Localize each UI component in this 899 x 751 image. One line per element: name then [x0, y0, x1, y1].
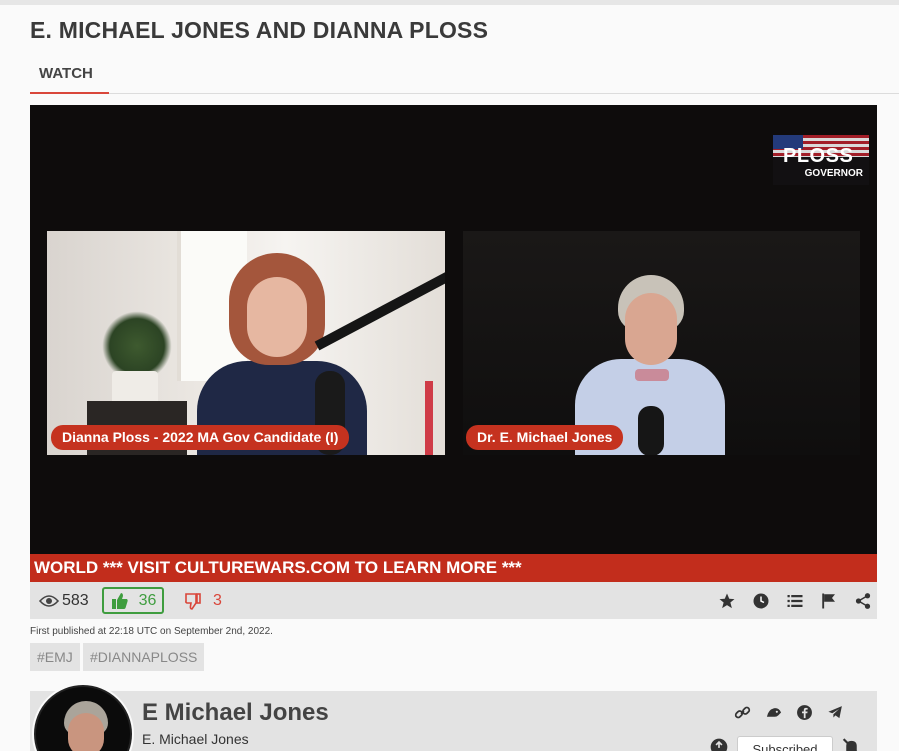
mic-boom-arm [314, 271, 445, 351]
hashtag-emj[interactable]: #EMJ [30, 643, 80, 671]
subscribe-button[interactable]: Subscribed [737, 736, 833, 751]
page-title: E. MICHAEL JONES AND DIANNA PLOSS [30, 17, 489, 43]
channel-subtitle: E. Michael Jones [142, 731, 249, 747]
guest-face [247, 277, 307, 357]
channel-name[interactable]: E Michael Jones [142, 699, 329, 727]
mic-stand-accent [425, 381, 433, 455]
video-action-icons [716, 590, 873, 611]
notification-icon[interactable] [708, 736, 729, 751]
like-count: 36 [138, 591, 157, 609]
lower-third-guest: Dianna Ploss - 2022 MA Gov Candidate (I) [51, 425, 350, 450]
news-ticker: WORLD *** VISIT CULTUREWARS.COM TO LEARN… [30, 554, 877, 582]
flag-icon[interactable] [818, 590, 839, 611]
channel-avatar[interactable] [32, 683, 134, 751]
tab-watch[interactable]: WATCH [30, 58, 109, 94]
video-pane-host [463, 231, 860, 455]
host-microphone [638, 406, 664, 455]
star-icon[interactable] [716, 590, 737, 611]
list-icon[interactable] [784, 590, 805, 611]
video-player[interactable]: PLOSS GOVERNOR Dianna Ploss - 2022 MA Go… [30, 105, 877, 582]
view-count: 583 [38, 590, 89, 611]
avatar-photo [34, 685, 132, 751]
channel-header: E Michael Jones E. Michael Jones Subscri… [30, 683, 877, 751]
channel-link-icons [732, 702, 846, 723]
dislike-count: 3 [213, 591, 222, 609]
host-bow-tie [635, 369, 669, 381]
facebook-icon[interactable] [794, 702, 815, 723]
lower-third-host: Dr. E. Michael Jones [466, 425, 624, 450]
view-count-value: 583 [62, 591, 89, 609]
share-icon[interactable] [852, 590, 873, 611]
logo-title: PLOSS [783, 145, 854, 167]
ploss-governor-logo: PLOSS GOVERNOR [773, 135, 869, 185]
video-pane-guest [47, 231, 445, 455]
link-icon[interactable] [732, 702, 753, 723]
video-action-bar: 583 36 3 [30, 582, 877, 619]
like-button[interactable]: 36 [102, 587, 164, 614]
dislike-button[interactable]: 3 [182, 590, 222, 611]
avatar-face [68, 713, 104, 751]
telegram-icon[interactable] [825, 702, 846, 723]
rumble-icon[interactable] [763, 702, 784, 723]
channel-actions: Subscribed [708, 736, 862, 751]
clock-icon[interactable] [750, 590, 771, 611]
bell-icon[interactable] [841, 736, 862, 751]
eye-icon [38, 590, 59, 611]
logo-subtitle: GOVERNOR [804, 168, 863, 179]
host-face [625, 293, 677, 365]
thumbs-up-icon [110, 590, 131, 611]
tab-bar: WATCH [30, 58, 899, 94]
hashtag-diannaploss[interactable]: #DIANNAPLOSS [83, 643, 205, 671]
top-strip [0, 0, 899, 5]
published-date: First published at 22:18 UTC on Septembe… [30, 626, 273, 637]
thumbs-down-icon [182, 590, 203, 611]
